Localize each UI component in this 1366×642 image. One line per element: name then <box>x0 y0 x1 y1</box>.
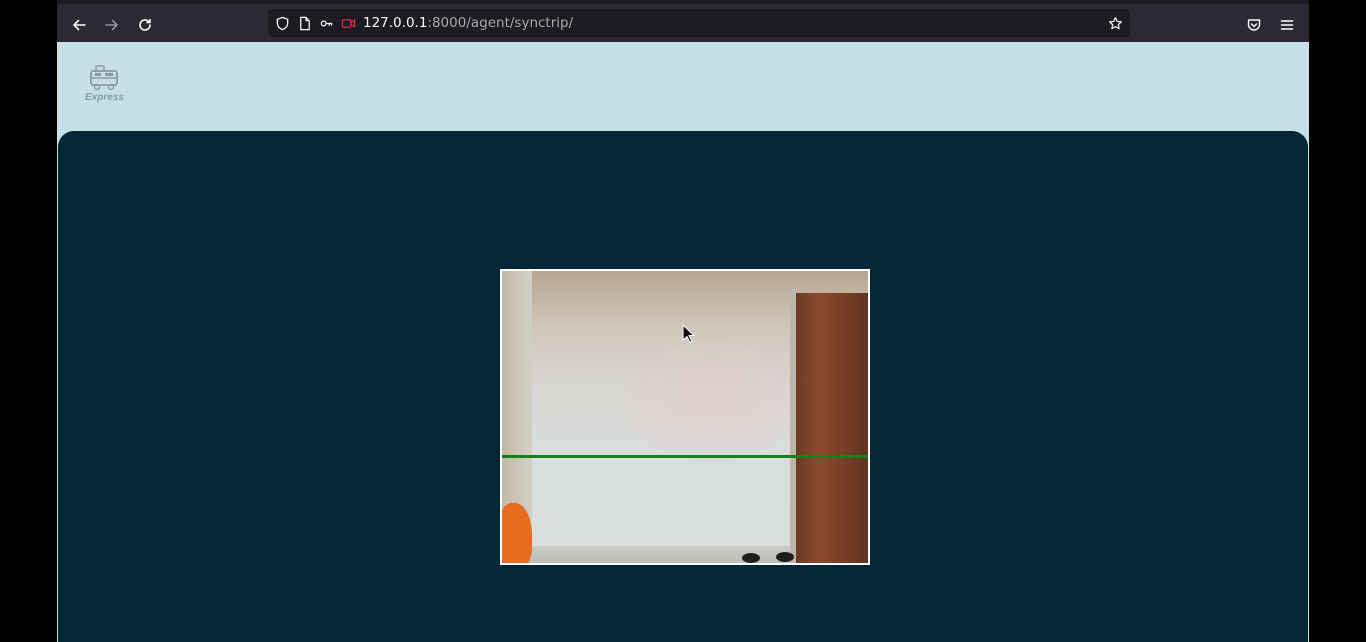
url-path: :8000/agent/synctrip/ <box>427 15 574 31</box>
forward-button[interactable] <box>99 12 125 38</box>
reload-button[interactable] <box>132 12 158 38</box>
browser-window: 127.0.0.1:8000/agent/synctrip/ Express <box>57 0 1309 642</box>
shield-icon[interactable] <box>271 9 293 37</box>
camera-scene-bag <box>502 503 532 563</box>
back-button[interactable] <box>66 12 92 38</box>
menu-button[interactable] <box>1274 12 1300 38</box>
reload-icon <box>139 18 151 31</box>
logo-text: Express <box>85 92 124 103</box>
camera-blocked-icon[interactable] <box>337 9 359 37</box>
forward-icon <box>105 19 118 31</box>
camera-feed[interactable] <box>500 269 870 565</box>
pocket-button[interactable] <box>1241 12 1267 38</box>
main-panel <box>58 131 1308 642</box>
url-host: 127.0.0.1 <box>363 15 428 31</box>
url-bar[interactable]: 127.0.0.1:8000/agent/synctrip/ <box>268 9 1130 37</box>
menu-icon <box>1280 20 1294 30</box>
camera-scene-shoe <box>742 553 760 563</box>
camera-scene-shoe <box>776 552 794 562</box>
camera-scene-door <box>796 293 868 563</box>
url-text: 127.0.0.1:8000/agent/synctrip/ <box>363 15 573 31</box>
page-icon[interactable] <box>293 9 315 37</box>
bus-logo-icon <box>90 65 118 91</box>
browser-toolbar: 127.0.0.1:8000/agent/synctrip/ <box>57 0 1309 42</box>
scan-line <box>502 455 868 458</box>
mouse-cursor-icon <box>682 324 696 344</box>
bookmark-star-icon[interactable] <box>1104 9 1126 37</box>
page-header: Express <box>57 42 1309 132</box>
pocket-icon <box>1247 19 1261 31</box>
camera-scene-light <box>622 341 802 461</box>
logo[interactable]: Express <box>79 64 129 108</box>
back-icon <box>73 19 86 31</box>
permissions-icon[interactable] <box>315 9 337 37</box>
